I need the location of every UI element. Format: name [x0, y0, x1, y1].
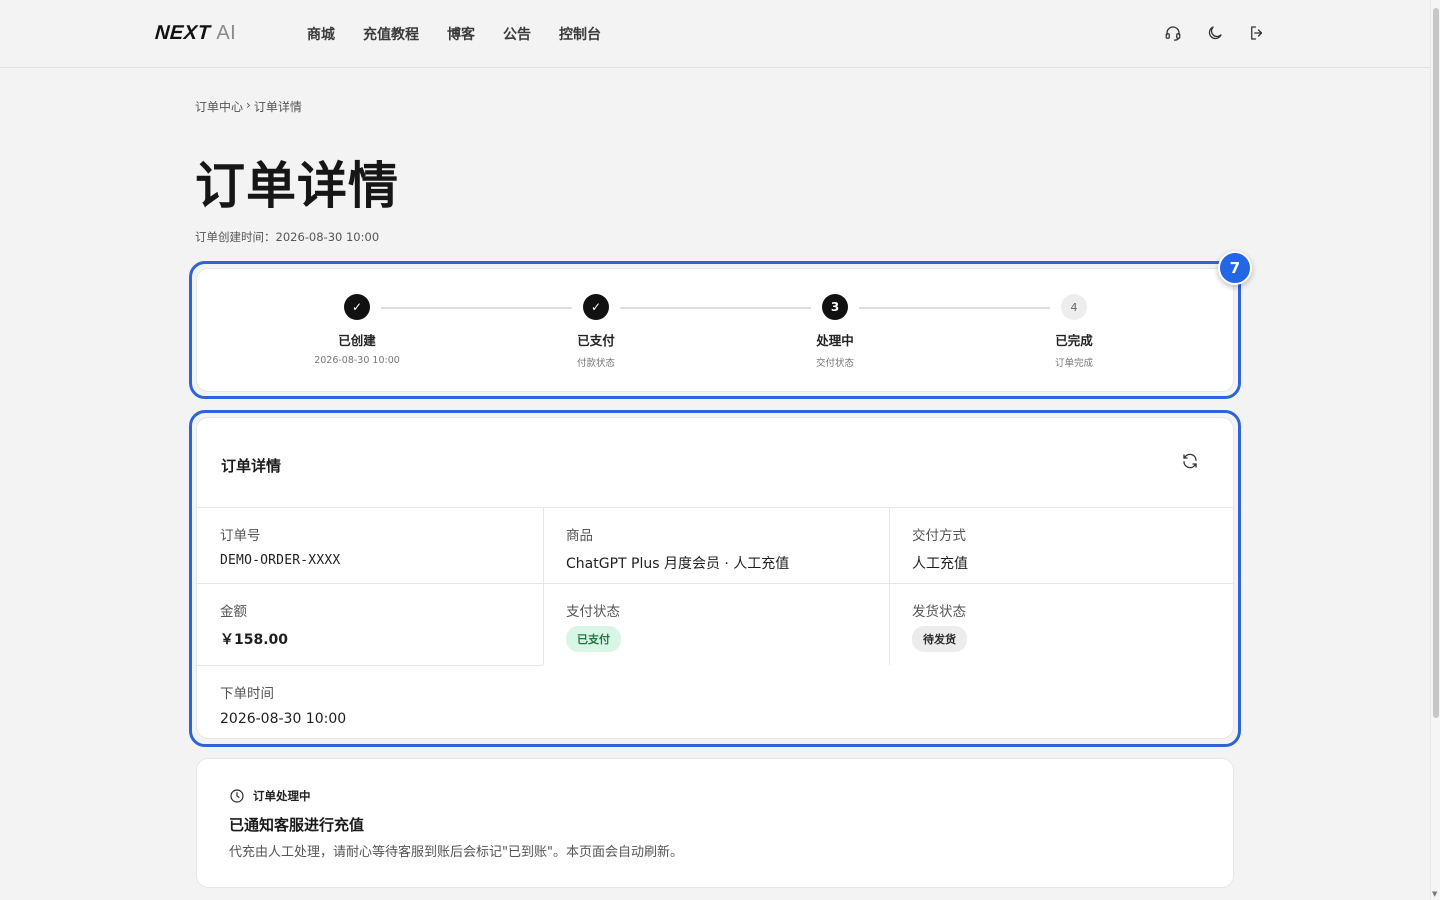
logout-icon[interactable]: [1247, 22, 1267, 44]
payment-status-label: 支付状态: [566, 604, 620, 620]
payment-status-cell: 支付状态 已支付: [566, 600, 621, 652]
nav-item-blog[interactable]: 博客: [447, 24, 475, 44]
order-details-card: 订单详情 订单号 DEMO-ORDER-XXXX 商品 ChatGPT Plus…: [196, 417, 1234, 739]
delivery-method-value: 人工充值: [912, 556, 968, 572]
breadcrumb-current: 订单详情: [253, 100, 302, 114]
breadcrumb-separator: ›: [246, 98, 251, 112]
product-label: 商品: [566, 528, 593, 544]
product-cell: 商品 ChatGPT Plus 月度会员 · 人工充值: [566, 524, 789, 573]
grid-divider: [543, 507, 544, 665]
page-title: 订单详情: [195, 157, 399, 215]
step-number: 4: [1061, 294, 1087, 320]
shipping-status-label: 发货状态: [912, 604, 966, 620]
page-scrollbar[interactable]: ▼: [1430, 0, 1440, 900]
order-number-label: 订单号: [220, 528, 261, 544]
amount-value: ￥158.00: [220, 632, 289, 648]
processing-heading: 订单处理中: [253, 789, 311, 803]
grid-divider: [197, 665, 543, 666]
step-sub: 付款状态: [576, 358, 615, 369]
highlight-badge: 7: [1218, 251, 1252, 285]
order-progress-card: ✓ 已创建 2026-08-30 10:00 ✓ 已支付 付款状态 3 处理中 …: [196, 268, 1234, 392]
shipping-status-cell: 发货状态 待发货: [912, 600, 967, 652]
nav-item-announcements[interactable]: 公告: [503, 24, 531, 44]
processing-title: 已通知客服进行充值: [229, 816, 365, 834]
scrollbar-thumb[interactable]: [1433, 8, 1439, 718]
product-value: ChatGPT Plus 月度会员 · 人工充值: [566, 556, 790, 572]
moon-icon[interactable]: [1205, 22, 1225, 44]
scroll-down-arrow-icon[interactable]: ▼: [1432, 890, 1437, 898]
order-number-cell: 订单号 DEMO-ORDER-XXXX: [220, 524, 340, 568]
brand-name-light: AI: [216, 22, 237, 44]
step-processing: 3 处理中 交付状态: [755, 294, 915, 369]
order-time-cell: 下单时间 2026-08-30 10:00: [220, 682, 346, 727]
clock-icon: [230, 789, 244, 803]
nav-item-shop[interactable]: 商城: [307, 24, 335, 44]
amount-cell: 金额 ￥158.00: [220, 600, 288, 649]
shipping-status-badge: 待发货: [912, 626, 967, 652]
brand-logo[interactable]: NEXT AI: [154, 22, 237, 46]
step-completed: 4 已完成 订单完成: [994, 294, 1154, 369]
step-label: 已支付: [577, 333, 615, 348]
step-created: ✓ 已创建 2026-08-30 10:00: [277, 294, 437, 366]
payment-status-badge: 已支付: [566, 626, 621, 652]
order-number-value[interactable]: DEMO-ORDER-XXXX: [220, 553, 340, 568]
step-check-icon: ✓: [344, 294, 370, 320]
order-created-label: 订单创建时间：: [195, 230, 276, 244]
processing-heading-row: 订单处理中: [229, 788, 311, 804]
breadcrumb: 订单中心 › 订单详情: [195, 98, 302, 115]
grid-divider: [197, 583, 1233, 584]
main-nav: 商城 充值教程 博客 公告 控制台: [307, 24, 601, 44]
refresh-icon[interactable]: [1181, 452, 1201, 472]
brand-name-bold: NEXT: [154, 22, 212, 44]
step-sub: 交付状态: [815, 358, 854, 369]
headset-icon[interactable]: [1163, 22, 1183, 44]
step-check-icon: ✓: [583, 294, 609, 320]
step-label: 处理中: [816, 333, 854, 348]
breadcrumb-order-center[interactable]: 订单中心: [195, 98, 243, 115]
top-navigation-bar: NEXT AI 商城 充值教程 博客 公告 控制台: [0, 0, 1430, 68]
amount-label: 金额: [220, 604, 247, 620]
step-number: 3: [822, 294, 848, 320]
step-label: 已完成: [1055, 333, 1093, 348]
step-paid: ✓ 已支付 付款状态: [516, 294, 676, 369]
processing-description: 代充由人工处理，请耐心等待客服到账后会标记"已到账"。本页面会自动刷新。: [229, 845, 683, 860]
top-actions: [1163, 22, 1267, 44]
step-sub: 2026-08-30 10:00: [314, 355, 400, 366]
delivery-method-label: 交付方式: [912, 528, 966, 544]
delivery-method-cell: 交付方式 人工充值: [912, 524, 968, 573]
nav-item-console[interactable]: 控制台: [559, 24, 601, 44]
details-title: 订单详情: [221, 457, 282, 475]
order-time-value: 2026-08-30 10:00: [220, 711, 347, 727]
step-sub: 订单完成: [1054, 358, 1093, 369]
order-created-time: 订单创建时间：2026-08-30 10:00: [195, 229, 379, 245]
order-created-value: 2026-08-30 10:00: [275, 230, 380, 244]
step-label: 已创建: [338, 333, 376, 348]
nav-item-recharge-guide[interactable]: 充值教程: [363, 24, 419, 44]
processing-notice-card: 订单处理中 已通知客服进行充值 代充由人工处理，请耐心等待客服到账后会标记"已到…: [196, 758, 1234, 888]
grid-divider: [197, 507, 1233, 508]
order-time-label: 下单时间: [220, 686, 274, 702]
grid-divider: [889, 507, 890, 665]
